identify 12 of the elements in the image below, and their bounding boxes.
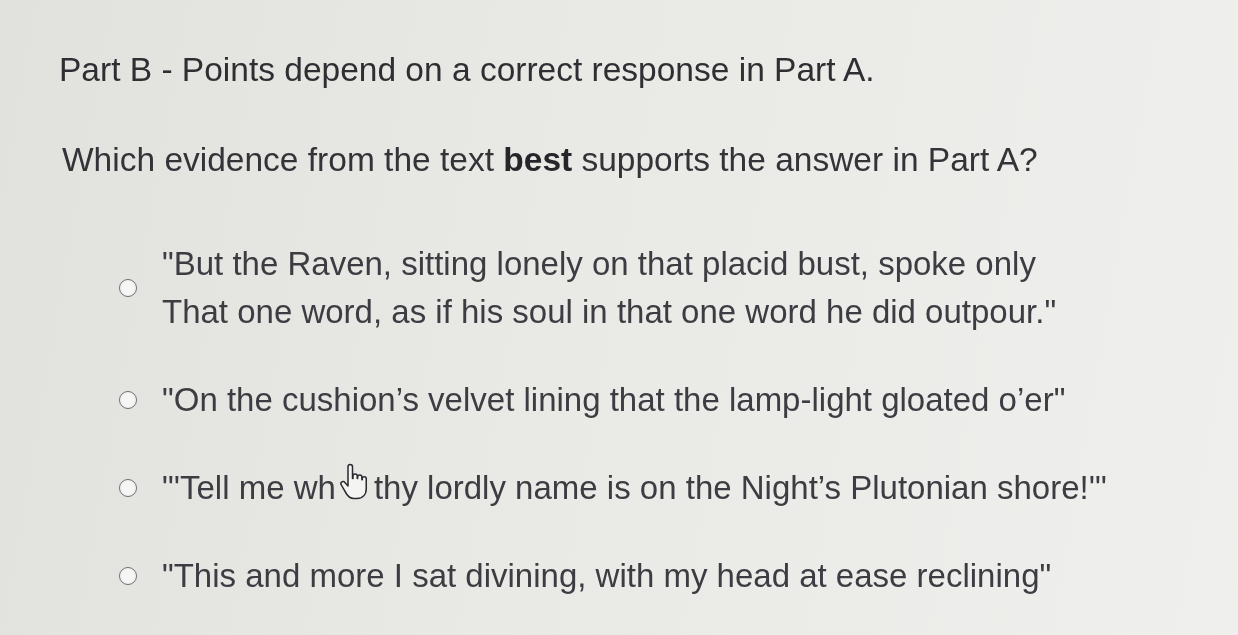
radio-button[interactable] — [119, 479, 137, 497]
hand-pointer-icon — [337, 461, 368, 501]
radio-button[interactable] — [119, 391, 137, 409]
radio-button[interactable] — [119, 279, 137, 297]
option-text: "'Tell me wh — [162, 468, 336, 508]
question-text: Which evidence from the text best supports the answer in Part A? — [62, 140, 1038, 180]
option-text: "This and more I sat divining, with my head at ease reclining" — [162, 556, 1052, 596]
option-text: "But the Raven, sitting lonely on that placid bust, spoke only That one word, as if his soul in that one word he did outpour." — [162, 244, 1057, 332]
option-text: "On the cushion’s velvet lining that the lamp-light gloated o’er" — [162, 380, 1066, 420]
radio-button[interactable] — [119, 567, 137, 585]
option-text: thy lordly name is on the Night’s Plutonian shore!'" — [373, 468, 1107, 508]
part-heading: Part B - Points depend on a correct response in Part A. — [59, 50, 875, 90]
